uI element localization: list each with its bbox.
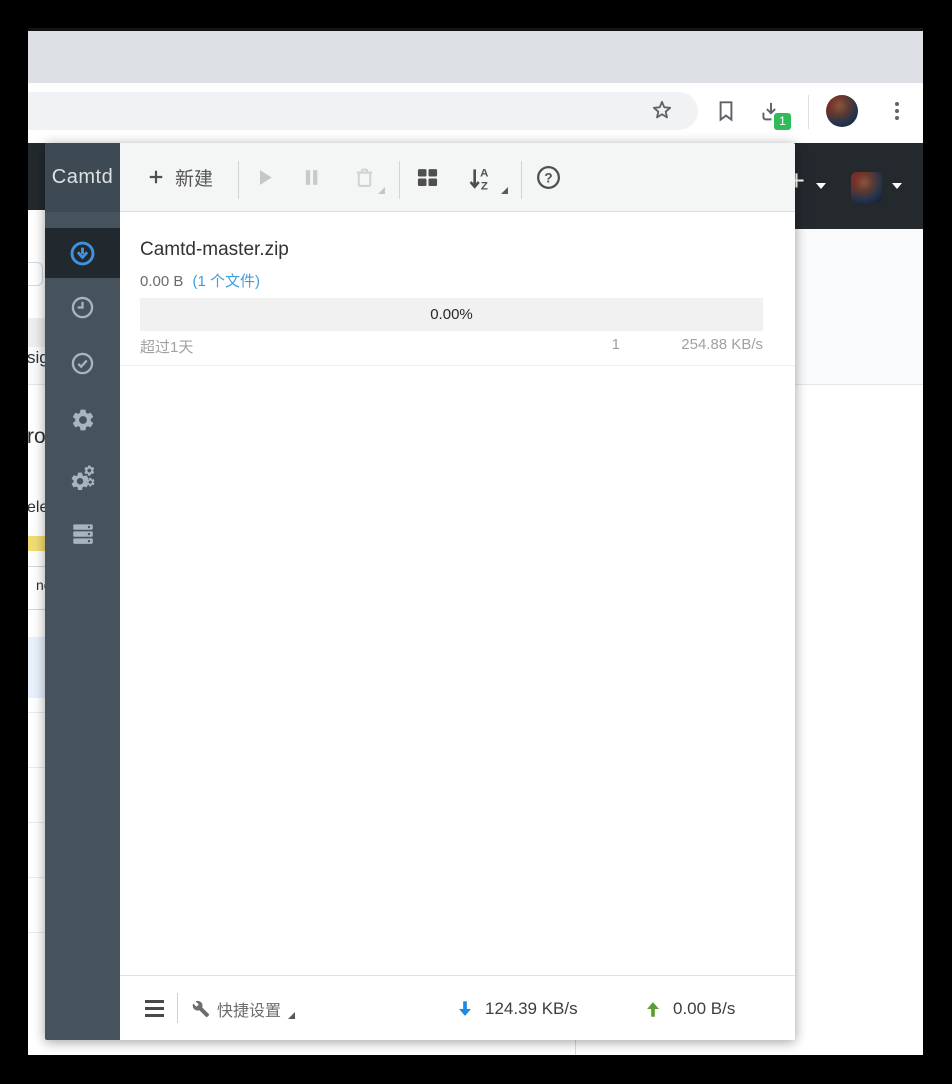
plus-icon	[149, 170, 163, 184]
browser-tab-strip	[28, 28, 923, 83]
page-column-line	[575, 1040, 576, 1055]
camtd-popup: Camtd 新建 A Z ? Camtd-master.zip 0.00 B (…	[45, 143, 795, 1040]
page-row-line	[28, 712, 45, 713]
download-name: Camtd-master.zip	[140, 239, 289, 260]
gears-icon	[71, 465, 94, 490]
page-row-line	[28, 932, 45, 933]
address-bar[interactable]	[28, 92, 698, 130]
delete-dropdown-corner-icon[interactable]	[378, 187, 385, 194]
page-table-cell-fragment: no	[28, 566, 52, 610]
quick-settings-corner-icon	[288, 1012, 296, 1019]
wrench-icon	[192, 1000, 210, 1017]
download-files-link[interactable]: (1 个文件)	[193, 273, 261, 290]
delete-button[interactable]	[351, 164, 378, 191]
profile-avatar[interactable]	[826, 95, 858, 127]
view-grid-button[interactable]	[414, 164, 441, 191]
chrome-menu-icon[interactable]	[884, 98, 910, 124]
download-item[interactable]: Camtd-master.zip 0.00 B (1 个文件) 0.00% 超过…	[120, 212, 795, 366]
screenshot-canvas: { "colors": { "accent_blue": "#3f92dc", …	[0, 0, 952, 1084]
caret-down-icon[interactable]	[816, 183, 826, 189]
page-row-line	[28, 822, 45, 823]
pause-button[interactable]	[298, 164, 325, 191]
new-task-label: 新建	[175, 168, 214, 190]
download-count-badge: 1	[774, 113, 791, 130]
popup-sidebar: Camtd	[45, 143, 120, 1040]
page-row-line	[28, 767, 45, 768]
browser-toolbar: 1	[28, 83, 923, 143]
download-speed: 254.88 KB/s	[681, 336, 763, 353]
popup-toolbar: 新建 A Z ?	[120, 143, 795, 212]
sort-button[interactable]: A Z	[465, 164, 494, 193]
sort-letter-a: A	[480, 168, 488, 180]
popup-statusbar: 快捷设置 124.39 KB/s 0.00 B/s	[120, 975, 795, 1040]
brand-logo: Camtd	[45, 143, 120, 212]
toolbar-divider	[808, 95, 809, 129]
statusbar-divider	[177, 993, 178, 1023]
sidebar-item-advanced-settings[interactable]	[45, 453, 120, 503]
bookmark-star-icon[interactable]	[649, 98, 675, 124]
clock-icon	[71, 296, 94, 318]
toolbar-divider	[399, 161, 400, 199]
page-heading-fragment: ro	[28, 425, 46, 448]
toolbar-divider	[238, 161, 239, 199]
upload-speed-indicator: 0.00 B/s	[642, 976, 735, 1041]
download-speed-indicator: 124.39 KB/s	[454, 976, 578, 1041]
download-list: Camtd-master.zip 0.00 B (1 个文件) 0.00% 超过…	[120, 212, 795, 975]
page-selected-row-fragment	[28, 637, 45, 698]
browser-window: 1 + sig ro ele no Camtd 新建 A Z ? Camtd-m…	[28, 28, 923, 1055]
download-size: 0.00 B	[140, 273, 184, 290]
sidebar-item-waiting[interactable]	[45, 282, 120, 332]
download-connections: 1	[611, 336, 620, 353]
caret-down-icon[interactable]	[892, 183, 902, 189]
server-stack-icon	[72, 524, 93, 544]
global-upload-speed: 0.00 B/s	[673, 998, 736, 1018]
new-task-button[interactable]: 新建	[146, 143, 213, 211]
page-avatar[interactable]	[851, 172, 882, 203]
arrow-down-icon	[459, 1000, 471, 1016]
sidebar-item-servers[interactable]	[45, 508, 120, 558]
question-mark: ?	[544, 170, 552, 185]
check-circle-icon	[71, 352, 94, 374]
arrow-up-icon	[647, 1001, 659, 1017]
quick-settings-label: 快捷设置	[217, 1002, 282, 1020]
sort-dropdown-corner-icon[interactable]	[501, 187, 508, 194]
quick-settings-button[interactable]: 快捷设置	[192, 976, 296, 1041]
sort-letter-z: Z	[481, 180, 488, 192]
download-size-line: 0.00 B (1 个文件)	[140, 270, 260, 291]
download-circle-icon	[70, 241, 95, 265]
page-highlight-fragment	[28, 536, 45, 551]
help-button[interactable]: ?	[535, 164, 562, 191]
page-row-line	[28, 877, 45, 878]
sidebar-item-downloading[interactable]	[45, 228, 120, 278]
download-progress-bar: 0.00%	[140, 298, 763, 331]
gear-icon	[72, 409, 93, 431]
download-eta: 超过1天	[140, 339, 194, 356]
sidebar-item-stopped[interactable]	[45, 338, 120, 388]
toolbar-divider	[521, 161, 522, 199]
menu-hamburger-icon[interactable]	[145, 1000, 164, 1017]
sidebar-item-settings[interactable]	[45, 395, 120, 445]
bookmark-flag-icon[interactable]	[713, 98, 739, 124]
page-button-fragment	[28, 262, 43, 286]
resume-button[interactable]	[251, 164, 278, 191]
item-divider	[120, 365, 795, 366]
global-download-speed: 124.39 KB/s	[485, 998, 578, 1018]
page-gray-box-fragment	[28, 318, 45, 347]
